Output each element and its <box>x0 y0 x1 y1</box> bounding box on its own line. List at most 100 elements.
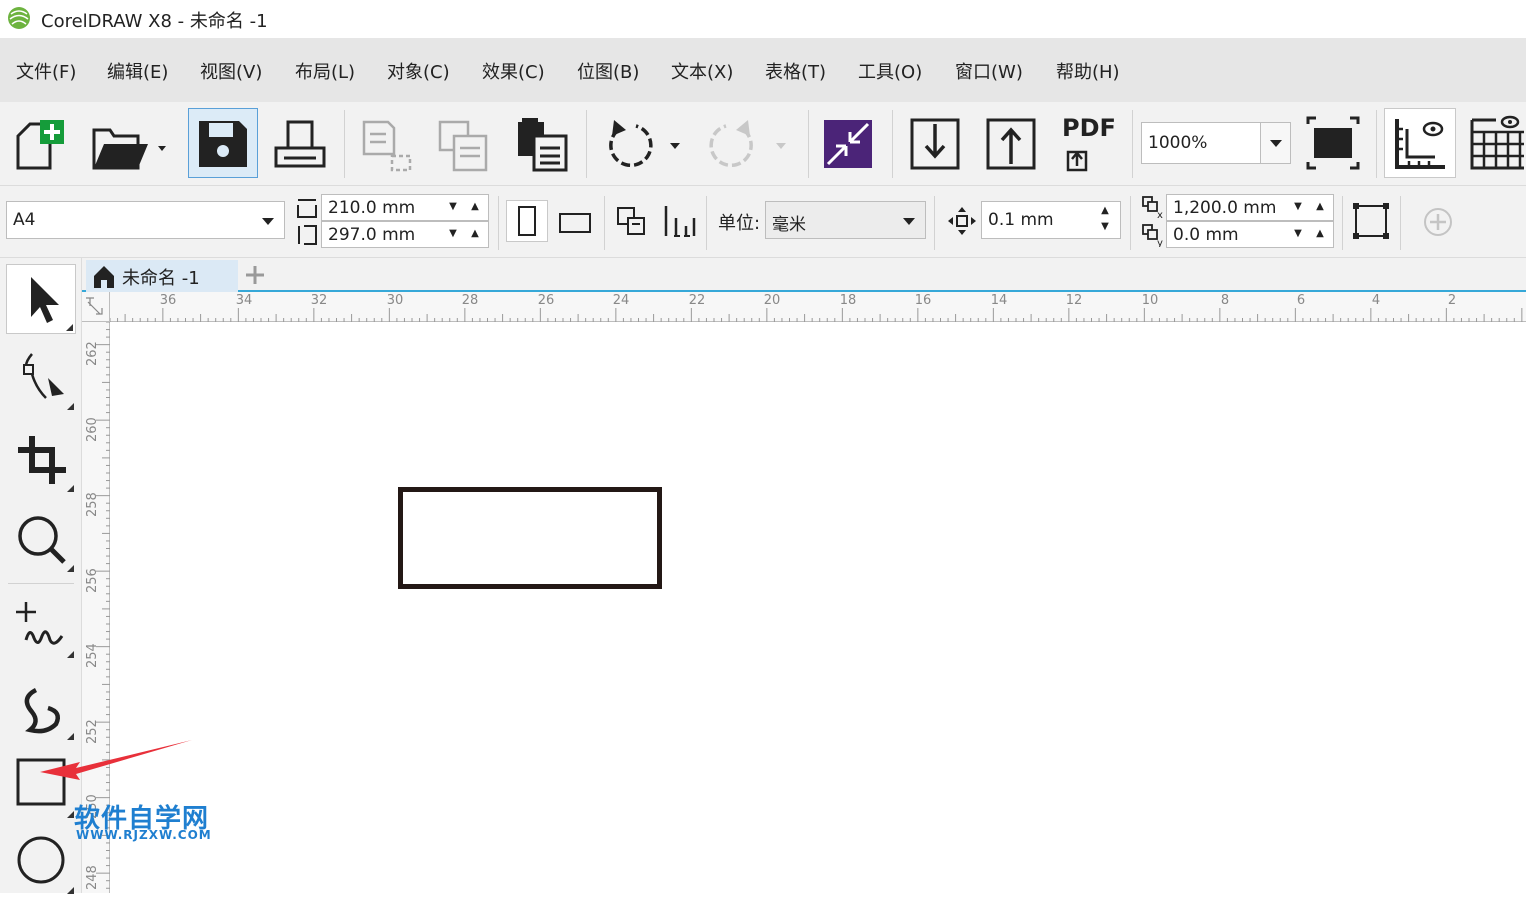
page-width-up-icon[interactable]: ▲ <box>464 201 486 212</box>
duplicate-y-value: 0.0 mm <box>1173 225 1239 245</box>
menu-effects[interactable]: 效果(C) <box>482 58 545 84</box>
zoom-level-combo[interactable]: 1000% <box>1141 122 1291 164</box>
page-size-dropdown-icon[interactable] <box>258 211 278 231</box>
vruler-label: 254 <box>85 643 100 668</box>
menu-edit[interactable]: 编辑(E) <box>107 58 168 84</box>
page-width-down-icon[interactable]: ▼ <box>442 201 464 212</box>
pick-tool-icon <box>31 277 59 323</box>
nudge-distance-value: 0.1 mm <box>988 210 1054 230</box>
watermark-url: WWW.RJZXW.COM <box>76 828 212 842</box>
window-title: CorelDRAW X8 - 未命名 -1 <box>41 11 268 32</box>
print-icon[interactable] <box>270 108 330 178</box>
duplicate-y-field[interactable]: 0.0 mm ▼ ▲ <box>1166 221 1334 248</box>
menu-text[interactable]: 文本(X) <box>671 58 733 84</box>
cut-icon[interactable] <box>356 108 416 178</box>
new-document-icon[interactable] <box>10 108 70 178</box>
hruler-label: 4 <box>1371 293 1381 308</box>
paste-icon[interactable] <box>510 108 574 178</box>
all-pages-button[interactable] <box>610 200 652 242</box>
doc-tab-label: 未命名 -1 <box>122 268 200 289</box>
export-icon[interactable] <box>980 108 1042 178</box>
vruler-label: 248 <box>85 865 100 890</box>
redo-icon[interactable] <box>700 108 796 178</box>
undo-icon[interactable] <box>596 108 688 178</box>
duplicate-y-down-icon[interactable]: ▼ <box>1287 228 1309 239</box>
duplicate-y-up-icon[interactable]: ▲ <box>1309 228 1331 239</box>
menu-table[interactable]: 表格(T) <box>765 58 826 84</box>
nudge-up-icon[interactable]: ▲ <box>1094 205 1116 216</box>
freehand-tool-icon <box>16 602 64 645</box>
menu-object[interactable]: 对象(C) <box>387 58 450 84</box>
menu-file[interactable]: 文件(F) <box>16 58 76 84</box>
property-bar: A4 210.0 mm ▼ ▲ 297.0 mm ▼ ▲ 单位: 毫米 0.1 … <box>0 186 1526 258</box>
units-dropdown-icon[interactable] <box>899 211 919 231</box>
hruler-label: 22 <box>688 293 706 308</box>
duplicate-x-down-icon[interactable]: ▼ <box>1287 201 1309 212</box>
landscape-button[interactable] <box>556 200 596 242</box>
vruler-label: 262 <box>85 341 100 366</box>
shape-tool-button[interactable] <box>6 342 76 412</box>
current-page-button[interactable] <box>658 200 700 242</box>
page-size-combo[interactable]: A4 <box>6 201 285 239</box>
full-screen-icon[interactable] <box>1302 108 1364 178</box>
duplicate-x-up-icon[interactable]: ▲ <box>1309 201 1331 212</box>
hruler-label: 10 <box>1141 293 1159 308</box>
show-rulers-icon[interactable] <box>1384 108 1456 178</box>
page-width-field[interactable]: 210.0 mm ▼ ▲ <box>321 194 489 221</box>
standard-toolbar: PDF 1000% <box>0 102 1526 186</box>
doc-tab-untitled[interactable]: 未命名 -1 <box>86 260 238 292</box>
crop-tool-button[interactable] <box>6 424 76 494</box>
hruler-label: 18 <box>839 293 857 308</box>
page-height-field[interactable]: 297.0 mm ▼ ▲ <box>321 221 489 248</box>
page-width-icon <box>297 199 317 218</box>
crop-tool-icon <box>18 436 66 484</box>
menu-help[interactable]: 帮助(H) <box>1056 58 1120 84</box>
page-height-icon <box>298 225 317 245</box>
horizontal-ruler[interactable]: 36 34 32 30 28 26 24 22 20 18 16 14 12 1… <box>110 292 1526 322</box>
rectangle-shape[interactable] <box>398 487 662 589</box>
artistic-media-tool-button[interactable] <box>6 672 76 742</box>
hruler-label: 36 <box>159 293 177 308</box>
show-grid-icon[interactable] <box>1466 108 1526 178</box>
open-icon[interactable] <box>88 108 178 178</box>
home-icon[interactable] <box>90 262 118 290</box>
freehand-tool-button[interactable] <box>6 590 76 660</box>
page-size-value: A4 <box>13 210 36 230</box>
ruler-origin[interactable] <box>82 292 110 322</box>
page-height-down-icon[interactable]: ▼ <box>442 228 464 239</box>
duplicate-x-field[interactable]: 1,200.0 mm ▼ ▲ <box>1166 194 1334 221</box>
menu-window[interactable]: 窗口(W) <box>955 58 1023 84</box>
pdf-icon[interactable]: PDF <box>1058 108 1120 178</box>
menu-view[interactable]: 视图(V) <box>200 58 262 84</box>
ellipse-tool-button[interactable] <box>6 826 76 896</box>
zoom-tool-button[interactable] <box>6 504 76 574</box>
menu-bitmaps[interactable]: 位图(B) <box>577 58 639 84</box>
import-icon[interactable] <box>904 108 966 178</box>
copy-icon[interactable] <box>432 108 496 178</box>
ellipse-tool-icon <box>17 836 65 884</box>
menu-layout[interactable]: 布局(L) <box>295 58 355 84</box>
nudge-distance-field[interactable]: 0.1 mm ▲ ▼ <box>981 201 1121 239</box>
pick-tool-button[interactable] <box>6 264 76 334</box>
search-content-icon[interactable] <box>818 108 878 178</box>
nudge-down-icon[interactable]: ▼ <box>1094 221 1116 232</box>
drawing-canvas[interactable] <box>111 323 1526 893</box>
menu-tools[interactable]: 工具(O) <box>858 58 922 84</box>
hruler-label: 34 <box>235 293 253 308</box>
units-combo[interactable]: 毫米 <box>765 201 926 239</box>
treat-as-filled-button[interactable] <box>1350 200 1392 242</box>
add-tab-icon[interactable] <box>242 262 268 288</box>
vruler-label: 258 <box>85 492 100 517</box>
hruler-label: 20 <box>763 293 781 308</box>
save-icon[interactable] <box>188 108 258 178</box>
hruler-label: 8 <box>1220 293 1230 308</box>
document-tabs: 未命名 -1 <box>82 258 1526 292</box>
hruler-label: 14 <box>990 293 1008 308</box>
units-label: 单位: <box>718 213 761 234</box>
zoom-dropdown-icon[interactable] <box>1260 123 1290 163</box>
page-height-up-icon[interactable]: ▲ <box>464 228 486 239</box>
hruler-label: 26 <box>537 293 555 308</box>
portrait-button[interactable] <box>506 200 548 242</box>
ruler-origin-icon <box>86 297 103 315</box>
add-button[interactable] <box>1418 202 1458 242</box>
